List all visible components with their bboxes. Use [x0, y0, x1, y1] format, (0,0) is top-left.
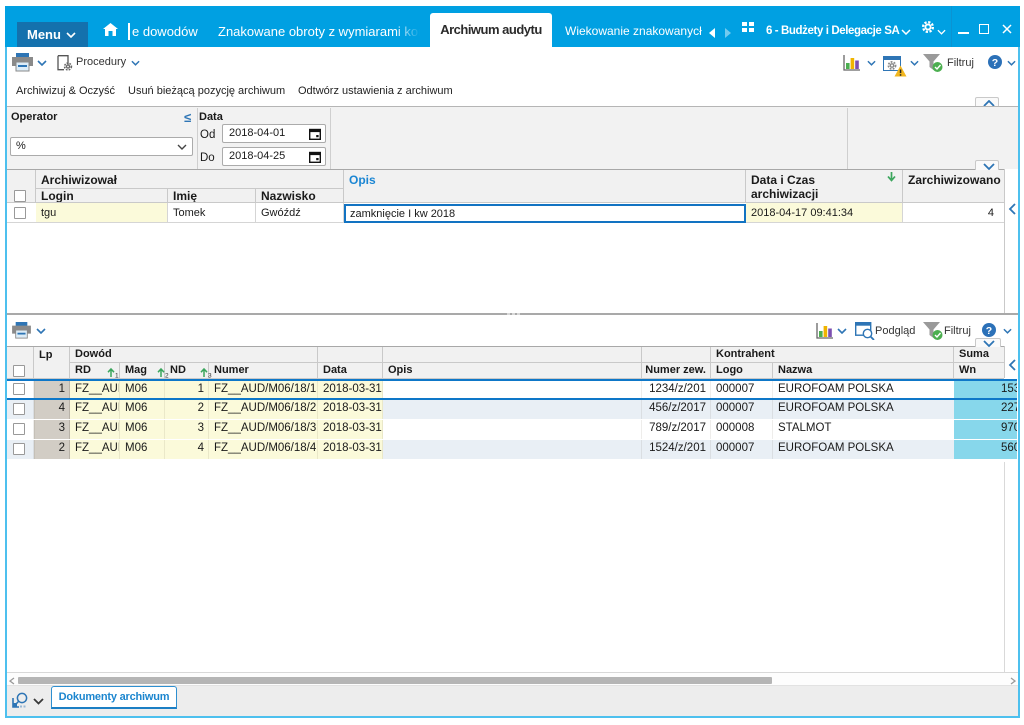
- svg-text:?: ?: [992, 57, 998, 69]
- svg-text:3: 3: [208, 373, 212, 379]
- svg-text:?: ?: [986, 325, 992, 337]
- svg-text:1: 1: [115, 373, 119, 379]
- svg-text:2: 2: [165, 373, 169, 379]
